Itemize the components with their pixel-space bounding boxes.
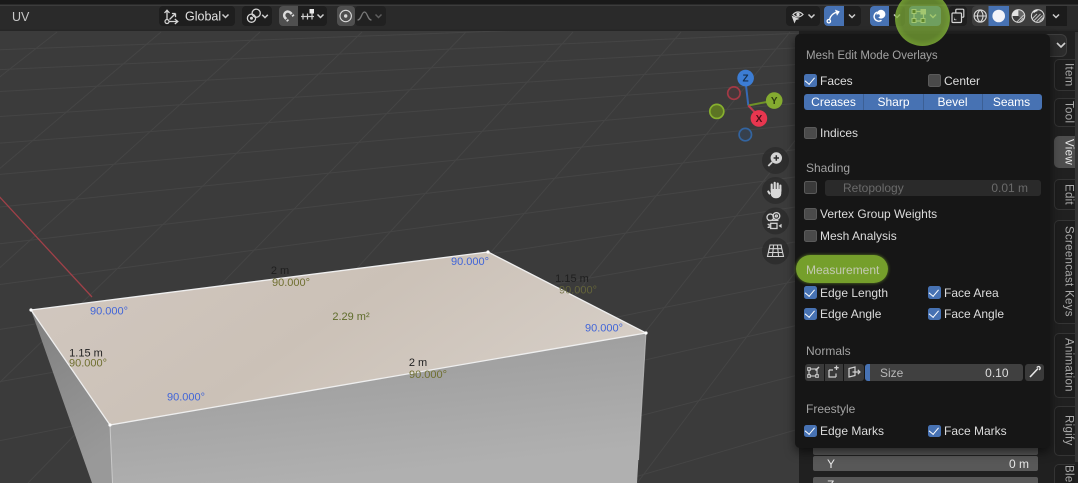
svg-text:90.000°: 90.000° — [409, 369, 447, 381]
svg-text:90.000°: 90.000° — [585, 323, 623, 335]
svg-text:90.000°: 90.000° — [559, 285, 597, 297]
svg-text:1.15 m: 1.15 m — [555, 273, 589, 285]
svg-text:90.000°: 90.000° — [272, 277, 310, 289]
svg-text:Z: Z — [743, 74, 749, 85]
svg-text:90.000°: 90.000° — [69, 358, 107, 370]
svg-text:90.000°: 90.000° — [167, 392, 205, 404]
svg-text:Global: Global — [185, 9, 221, 23]
svg-text:2.29 m²: 2.29 m² — [332, 311, 370, 323]
svg-text:Y: Y — [771, 96, 778, 107]
svg-text:90.000°: 90.000° — [90, 306, 128, 318]
svg-text:90.000°: 90.000° — [451, 256, 489, 268]
svg-text:2 m: 2 m — [271, 265, 289, 277]
svg-text:X: X — [756, 114, 763, 125]
svg-text:2 m: 2 m — [409, 357, 427, 369]
